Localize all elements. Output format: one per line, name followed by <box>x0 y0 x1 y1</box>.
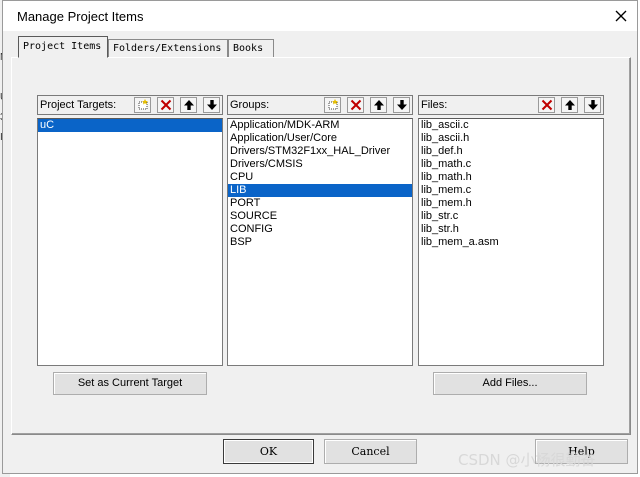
list-item[interactable]: BSP <box>228 236 412 249</box>
list-item[interactable]: lib_math.c <box>419 158 603 171</box>
targets-list[interactable]: uC <box>37 118 223 366</box>
move-target-up-button[interactable] <box>180 97 197 113</box>
delete-file-button[interactable] <box>538 97 555 113</box>
set-as-current-target-button[interactable]: Set as Current Target <box>53 372 207 395</box>
targets-label: Project Targets: <box>40 99 117 111</box>
title-bar: Manage Project Items <box>3 1 637 31</box>
close-icon <box>615 10 627 22</box>
tab-books[interactable]: Books <box>228 39 274 57</box>
list-item[interactable]: lib_str.h <box>419 223 603 236</box>
list-item[interactable]: uC <box>38 119 222 132</box>
list-item[interactable]: lib_def.h <box>419 145 603 158</box>
targets-header: Project Targets: <box>37 95 223 115</box>
arrow-down-icon <box>396 100 407 110</box>
list-item[interactable]: lib_mem.h <box>419 197 603 210</box>
arrow-down-icon <box>206 100 217 110</box>
list-item[interactable]: lib_ascii.c <box>419 119 603 132</box>
list-item[interactable]: Application/MDK-ARM <box>228 119 412 132</box>
move-file-down-button[interactable] <box>584 97 601 113</box>
move-file-up-button[interactable] <box>561 97 578 113</box>
delete-icon <box>541 99 552 111</box>
list-item[interactable]: LIB <box>228 184 412 197</box>
delete-icon <box>160 99 171 111</box>
list-item[interactable]: CPU <box>228 171 412 184</box>
tab-project-items[interactable]: Project Items <box>18 36 108 58</box>
list-item[interactable]: lib_math.h <box>419 171 603 184</box>
move-group-down-button[interactable] <box>393 97 410 113</box>
list-item[interactable]: CONFIG <box>228 223 412 236</box>
groups-header: Groups: <box>227 95 413 115</box>
groups-label: Groups: <box>230 99 270 111</box>
list-item[interactable]: lib_mem.c <box>419 184 603 197</box>
files-header: Files: <box>418 95 604 115</box>
delete-icon <box>350 99 361 111</box>
add-files-button[interactable]: Add Files... <box>433 372 587 395</box>
arrow-down-icon <box>587 100 598 110</box>
close-button[interactable] <box>609 4 633 28</box>
new-item-icon <box>138 99 148 110</box>
delete-group-button[interactable] <box>347 97 364 113</box>
manage-project-items-dialog: Manage Project Items Project Items Folde… <box>2 0 638 474</box>
list-item[interactable]: lib_str.c <box>419 210 603 223</box>
move-group-up-button[interactable] <box>370 97 387 113</box>
arrow-up-icon <box>373 100 384 110</box>
arrow-up-icon <box>564 100 575 110</box>
watermark: CSDN @小杨很勤奋 <box>458 451 596 469</box>
list-item[interactable]: SOURCE <box>228 210 412 223</box>
move-target-down-button[interactable] <box>203 97 220 113</box>
list-item[interactable]: Application/User/Core <box>228 132 412 145</box>
list-item[interactable]: lib_ascii.h <box>419 132 603 145</box>
files-list[interactable]: lib_ascii.c lib_ascii.h lib_def.h lib_ma… <box>418 118 604 366</box>
delete-target-button[interactable] <box>157 97 174 113</box>
new-target-button[interactable] <box>134 97 151 113</box>
list-item[interactable]: Drivers/STM32F1xx_HAL_Driver <box>228 145 412 158</box>
new-group-button[interactable] <box>324 97 341 113</box>
new-item-icon <box>328 99 338 110</box>
arrow-up-icon <box>183 100 194 110</box>
window-title: Manage Project Items <box>17 9 144 24</box>
list-item[interactable]: PORT <box>228 197 412 210</box>
ok-button[interactable]: OK <box>223 439 314 464</box>
files-label: Files: <box>421 99 448 111</box>
cancel-button[interactable]: Cancel <box>324 439 417 464</box>
list-item[interactable]: Drivers/CMSIS <box>228 158 412 171</box>
groups-list[interactable]: Application/MDK-ARM Application/User/Cor… <box>227 118 413 366</box>
tab-folders-extensions[interactable]: Folders/Extensions <box>108 39 228 57</box>
list-item[interactable]: lib_mem_a.asm <box>419 236 603 249</box>
